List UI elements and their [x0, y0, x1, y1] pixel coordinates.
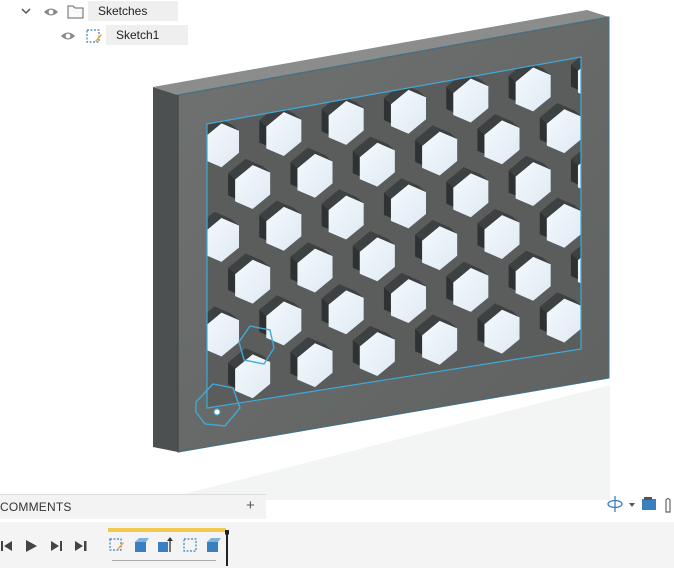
sketches-folder-label[interactable]: Sketches [88, 1, 178, 21]
browser-node-sketch1[interactable]: Sketch1 [0, 25, 188, 47]
navigation-toolbar [604, 494, 674, 516]
timeline-sketch-icon[interactable] [108, 536, 126, 554]
panel-side-face [153, 87, 178, 452]
timeline-extrude-icon[interactable] [132, 536, 150, 554]
hex-hole-opening [609, 98, 644, 142]
add-comment-button[interactable]: + [246, 497, 255, 514]
orbit-icon[interactable] [607, 496, 623, 512]
sketch-icon [86, 29, 102, 43]
pan-icon[interactable] [665, 497, 671, 513]
hex-hole-opening [609, 193, 644, 237]
timeline-scale [112, 556, 216, 561]
go-to-end-icon[interactable] [72, 539, 88, 553]
timeline-extrude-icon-3[interactable] [204, 536, 222, 554]
timeline-extrude-icon-2[interactable] [156, 536, 174, 554]
folder-icon [67, 5, 84, 19]
canvas-viewport[interactable] [0, 0, 674, 500]
vent-panel-model[interactable] [0, 0, 674, 500]
next-step-icon[interactable] [47, 539, 63, 553]
look-at-icon[interactable] [642, 497, 656, 510]
previous-step-icon[interactable] [0, 539, 16, 553]
caret-down-icon[interactable] [629, 503, 635, 507]
chevron-down-icon[interactable] [20, 5, 32, 17]
timeline-sketch-icon-2[interactable] [181, 536, 199, 554]
hex-hole-opening [609, 287, 644, 331]
timeline-marker[interactable] [225, 530, 229, 566]
comments-label: COMMENTS [0, 500, 72, 514]
eye-icon[interactable] [60, 30, 76, 42]
browser-node-sketches[interactable]: Sketches [0, 1, 178, 23]
play-icon[interactable] [23, 539, 39, 553]
sketch1-label[interactable]: Sketch1 [106, 25, 188, 45]
timeline-bar [0, 522, 674, 568]
sketch-origin-point[interactable] [213, 408, 221, 416]
timeline-track[interactable] [108, 528, 226, 532]
comments-panel[interactable]: COMMENTS + [0, 494, 266, 519]
eye-icon[interactable] [43, 6, 59, 18]
